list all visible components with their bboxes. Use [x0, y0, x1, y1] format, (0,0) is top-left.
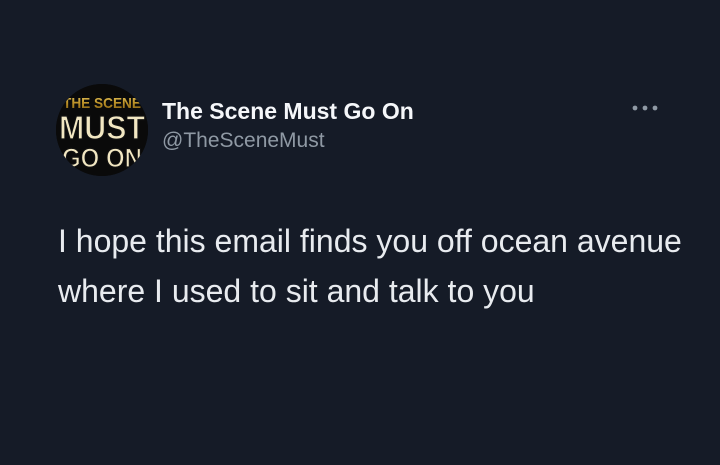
author-info: The Scene Must Go On @TheSceneMust [162, 96, 414, 156]
ellipsis-icon [632, 105, 658, 111]
handle[interactable]: @TheSceneMust [162, 126, 414, 156]
avatar-logo-line-2: MUST [59, 109, 145, 146]
display-name[interactable]: The Scene Must Go On [162, 96, 414, 126]
avatar-logo-line-3: GO ON [62, 143, 142, 173]
tweet-text: I hope this email finds you off ocean av… [58, 223, 682, 309]
scene-must-go-on-logo-icon: THE SCENE MUST GO ON [56, 84, 148, 176]
tweet-card: THE SCENE MUST GO ON The Scene Must Go O… [0, 0, 720, 465]
more-options-button[interactable] [628, 98, 662, 118]
avatar[interactable]: THE SCENE MUST GO ON [56, 84, 148, 176]
